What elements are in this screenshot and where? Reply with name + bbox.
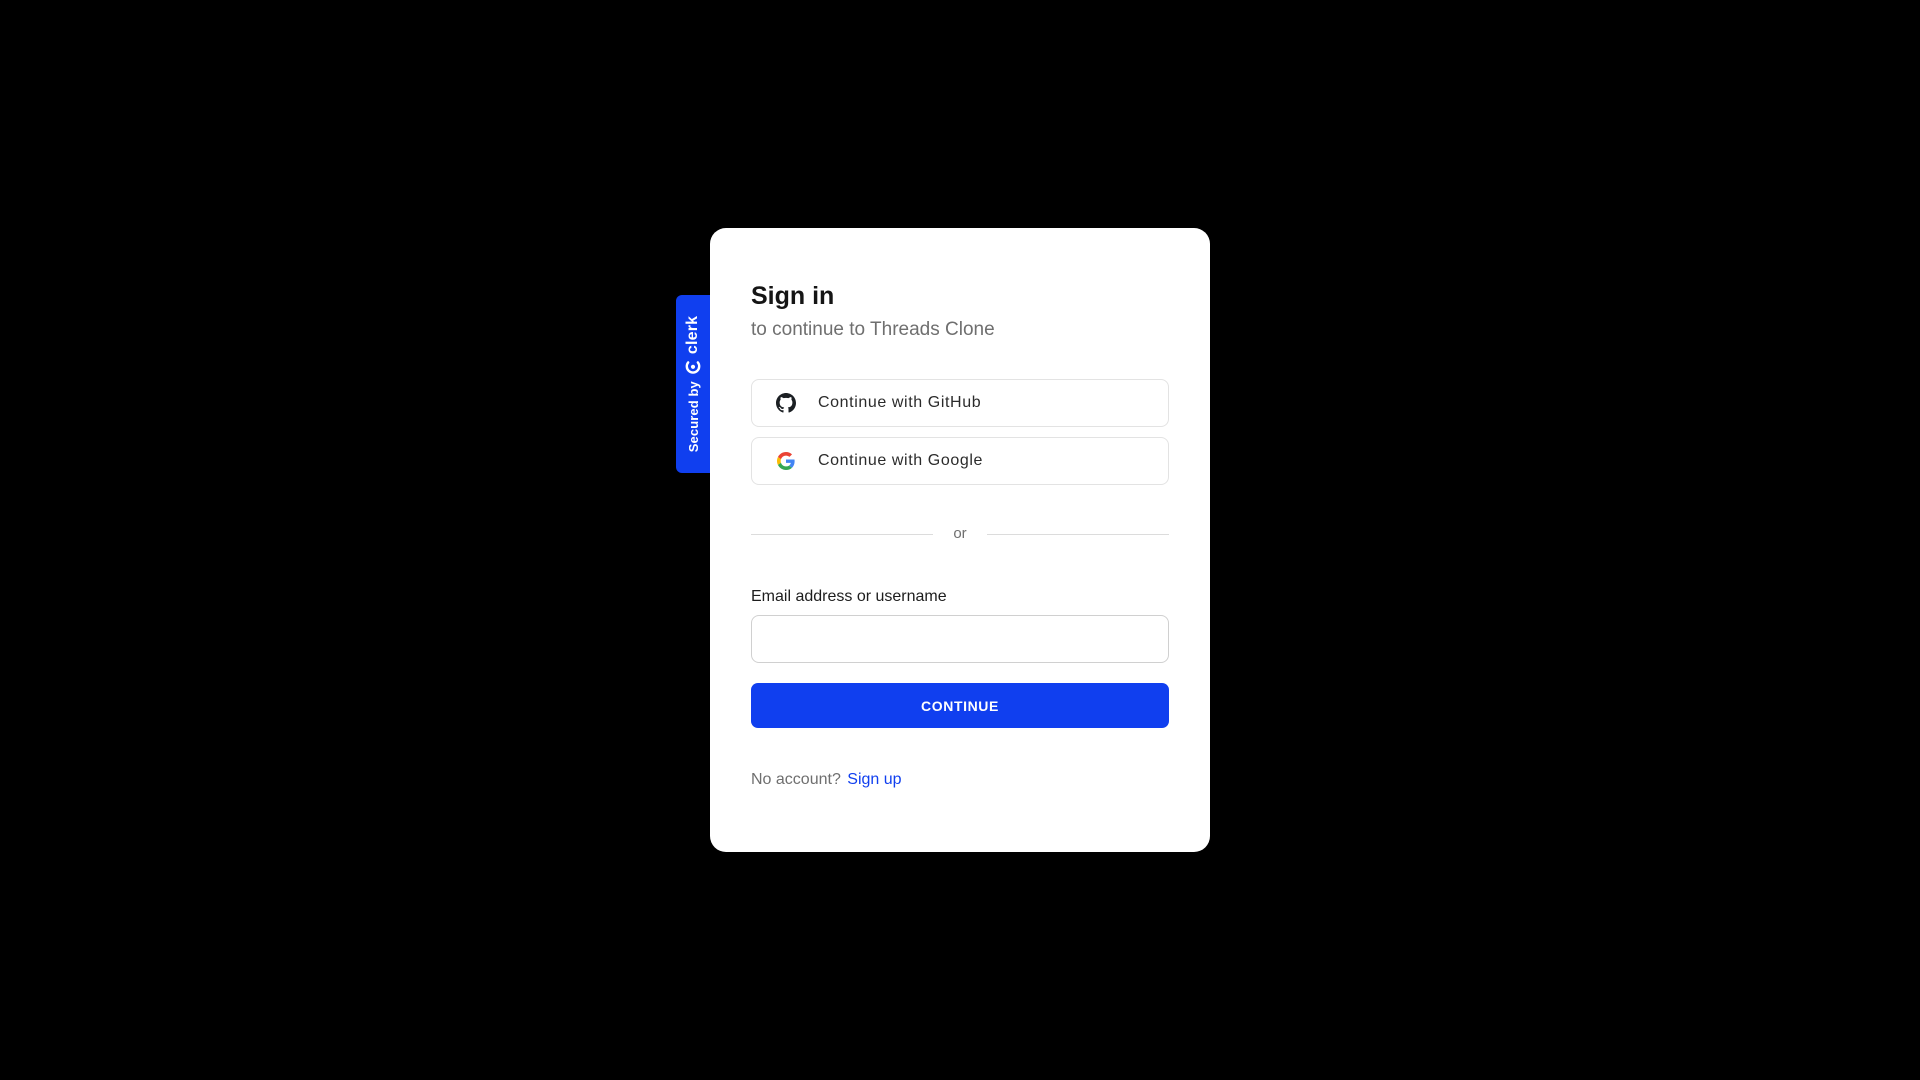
google-icon — [776, 451, 796, 471]
or-divider: or — [751, 525, 1169, 543]
continue-with-github-button[interactable]: Continue with GitHub — [751, 379, 1169, 427]
continue-with-google-button[interactable]: Continue with Google — [751, 437, 1169, 485]
clerk-logo-icon — [685, 358, 701, 374]
email-field-label: Email address or username — [751, 588, 947, 605]
divider-line-left — [751, 533, 934, 535]
secured-by-clerk-badge[interactable]: Secured by clerk — [676, 295, 710, 473]
clerk-brand-text: clerk — [684, 315, 701, 355]
google-button-label: Continue with Google — [818, 452, 983, 469]
github-icon — [776, 393, 796, 413]
page: Secured by clerk Sign in to continue to … — [0, 0, 1920, 1080]
continue-button[interactable]: CONTINUE — [751, 683, 1169, 728]
sign-in-card: Sign in to continue to Threads Clone Con… — [710, 228, 1210, 852]
secured-by-text: Secured by — [685, 381, 701, 453]
social-buttons: Continue with GitHub Continue with Googl… — [751, 379, 1169, 485]
github-button-label: Continue with GitHub — [818, 394, 982, 411]
sign-up-link[interactable]: Sign up — [847, 771, 901, 788]
sign-in-subtitle: to continue to Threads Clone — [751, 319, 995, 340]
divider-text: or — [953, 525, 967, 542]
sign-in-title: Sign in — [751, 282, 835, 310]
clerk-logo: clerk — [684, 316, 702, 374]
email-or-username-input[interactable] — [751, 615, 1169, 663]
divider-line-right — [986, 533, 1169, 535]
badge-content: Secured by clerk — [676, 295, 710, 473]
sign-up-prompt: No account? Sign up — [751, 770, 1169, 790]
no-account-text: No account? — [751, 771, 841, 788]
